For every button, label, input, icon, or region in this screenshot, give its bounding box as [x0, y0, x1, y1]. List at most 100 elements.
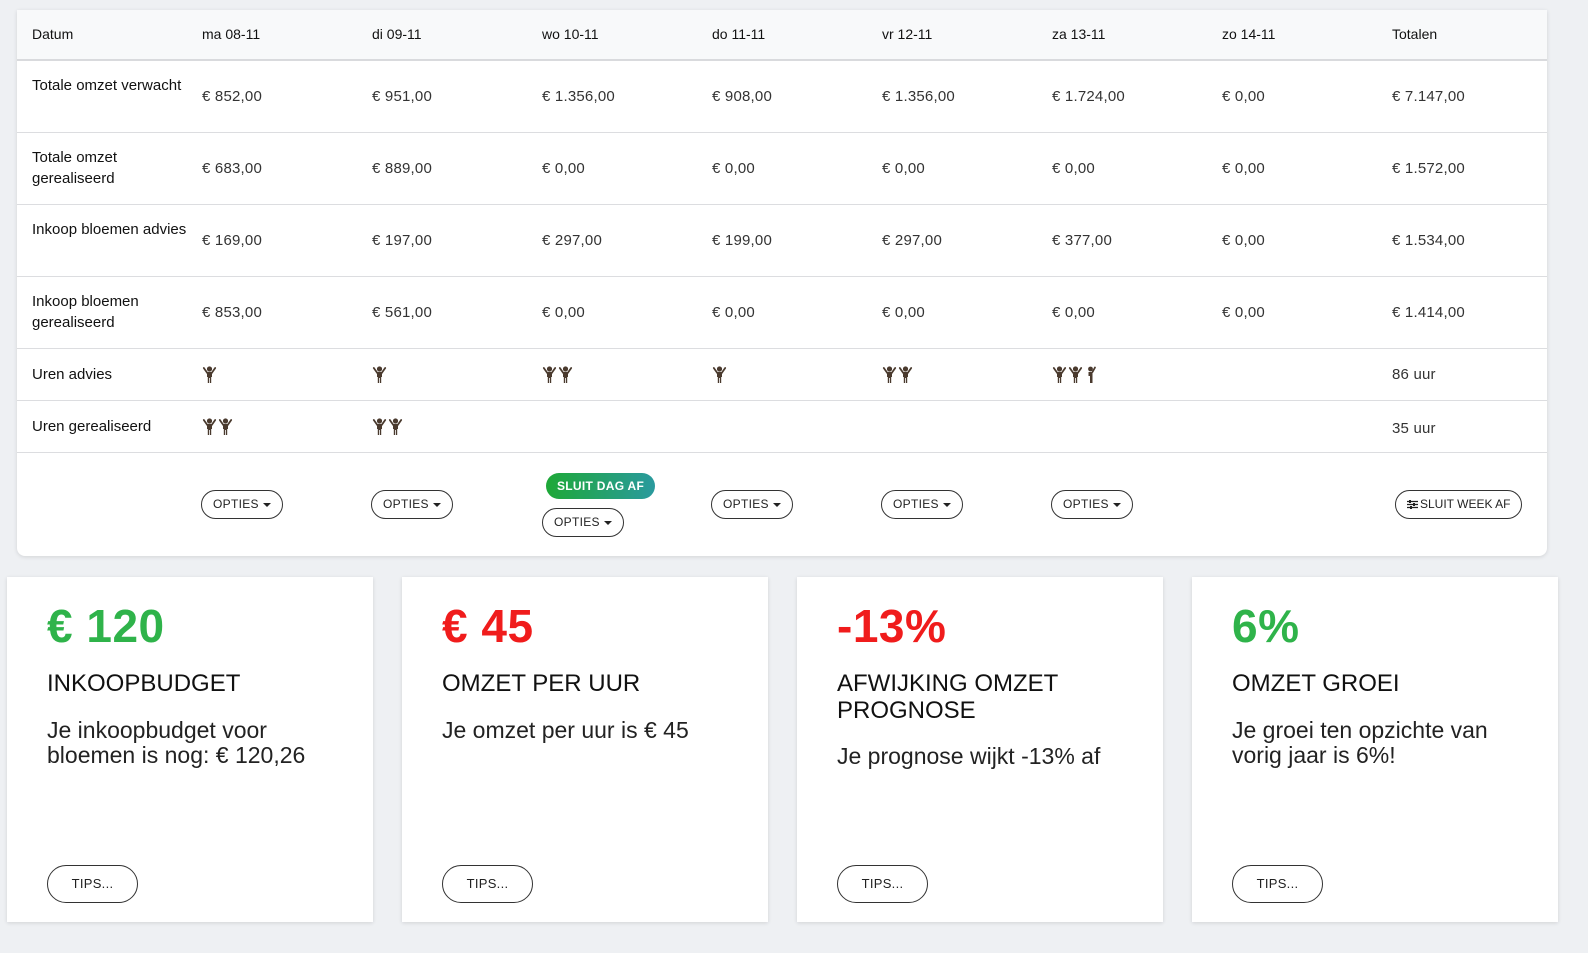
table-cell: € 1.724,00 — [1052, 88, 1125, 105]
opties-label: OPTIES — [1063, 497, 1109, 511]
table-cell: € 951,00 — [372, 88, 432, 105]
kpi-text: Je groei ten opzichte van vorig jaar is … — [1232, 717, 1488, 768]
opties-label: OPTIES — [723, 497, 769, 511]
tips-button[interactable]: TIPS... — [1232, 865, 1323, 903]
table-cell-total: € 1.414,00 — [1392, 304, 1465, 321]
table-cell: € 908,00 — [712, 88, 772, 105]
table-row-uren-advies: Uren advies 86 uur — [17, 349, 1547, 401]
table-row-omzet-verwacht: Totale omzet verwacht € 852,00 € 951,00 … — [17, 61, 1547, 133]
table-cell: € 852,00 — [202, 88, 262, 105]
table-row-inkoop-advies: Inkoop bloemen advies € 169,00 € 197,00 … — [17, 205, 1547, 277]
opties-button-do[interactable]: OPTIES — [711, 490, 793, 519]
opties-button-ma[interactable]: OPTIES — [201, 490, 283, 519]
column-header-day: za 13-11 — [1052, 26, 1106, 42]
caret-down-icon — [772, 502, 781, 507]
hours-total: 86 uur — [1392, 366, 1436, 383]
opties-label: OPTIES — [554, 515, 600, 529]
tips-button[interactable]: TIPS... — [837, 865, 928, 903]
table-cell: € 0,00 — [1222, 160, 1265, 177]
tips-button[interactable]: TIPS... — [442, 865, 533, 903]
table-header-row: Datum ma 08-11 di 09-11 wo 10-11 do 11-1… — [17, 10, 1547, 61]
kpi-card-omzet-groei: 6% OMZET GROEI Je groei ten opzichte van… — [1192, 577, 1558, 922]
hours-people-cell — [882, 366, 913, 384]
opties-button-di[interactable]: OPTIES — [371, 490, 453, 519]
opties-label: OPTIES — [383, 497, 429, 511]
table-row-inkoop-gerealiseerd: Inkoop bloemen gerealiseerd € 853,00 € 5… — [17, 277, 1547, 349]
table-cell: € 1.356,00 — [882, 88, 955, 105]
table-cell: € 0,00 — [542, 160, 585, 177]
row-label: Uren advies — [32, 366, 113, 383]
person-icon — [882, 366, 897, 383]
caret-down-icon — [603, 520, 612, 525]
kpi-card-omzet-per-uur: € 45 OMZET PER UUR Je omzet per uur is €… — [402, 577, 768, 922]
caret-down-icon — [262, 502, 271, 507]
table-cell: € 853,00 — [202, 304, 262, 321]
person-icon — [1088, 366, 1096, 383]
table-cell: € 297,00 — [882, 232, 942, 249]
kpi-value: 6% — [1232, 600, 1300, 652]
table-cell: € 0,00 — [1052, 304, 1095, 321]
table-cell: € 199,00 — [712, 232, 772, 249]
table-cell: € 0,00 — [712, 160, 755, 177]
table-cell: € 1.356,00 — [542, 88, 615, 105]
opties-button-wo[interactable]: OPTIES — [542, 508, 624, 537]
person-icon — [558, 366, 573, 383]
kpi-value: € 120 — [47, 600, 165, 652]
table-cell: € 0,00 — [882, 160, 925, 177]
column-header-day: do 11-11 — [712, 26, 766, 42]
weekly-overview-table: Datum ma 08-11 di 09-11 wo 10-11 do 11-1… — [17, 10, 1547, 556]
kpi-title: OMZET GROEI — [1232, 670, 1400, 697]
column-header-day: ma 08-11 — [202, 26, 261, 42]
table-cell: € 377,00 — [1052, 232, 1112, 249]
row-label: Totale omzet gerealiseerd — [32, 149, 118, 187]
tips-button[interactable]: TIPS... — [47, 865, 138, 903]
table-cell: € 0,00 — [1222, 232, 1265, 249]
kpi-title: AFWIJKING OMZET PROGNOSE — [837, 670, 1058, 724]
kpi-text: Je prognose wijkt -13% af — [837, 743, 1101, 769]
sluit-week-af-button[interactable]: SLUIT WEEK AF — [1395, 490, 1523, 519]
sluit-dag-af-button[interactable]: SLUIT DAG AF — [546, 473, 656, 499]
column-header-day: vr 12-11 — [882, 26, 933, 42]
hours-people-cell — [542, 366, 573, 384]
kpi-text: Je inkoopbudget voor bloemen is nog: € 1… — [47, 717, 306, 768]
hours-people-cell — [712, 366, 727, 384]
row-label: Uren gerealiseerd — [32, 418, 152, 435]
table-cell: € 297,00 — [542, 232, 602, 249]
table-cell-total: € 1.534,00 — [1392, 232, 1465, 249]
kpi-title: OMZET PER UUR — [442, 670, 641, 697]
table-cell: € 0,00 — [712, 304, 755, 321]
table-cell: € 197,00 — [372, 232, 432, 249]
row-label: Inkoop bloemen gerealiseerd — [32, 293, 139, 331]
table-cell: € 683,00 — [202, 160, 262, 177]
hours-people-cell — [372, 366, 387, 384]
kpi-card-afwijking-omzet: -13% AFWIJKING OMZET PROGNOSE Je prognos… — [797, 577, 1163, 922]
hours-people-cell — [372, 418, 403, 436]
person-icon — [388, 418, 403, 435]
table-row-uren-gerealiseerd: Uren gerealiseerd 35 uur — [17, 401, 1547, 453]
kpi-text: Je omzet per uur is € 45 — [442, 717, 689, 743]
row-label: Totale omzet verwacht — [32, 77, 182, 94]
opties-button-vr[interactable]: OPTIES — [881, 490, 963, 519]
hours-total: 35 uur — [1392, 420, 1436, 437]
table-cell: € 0,00 — [542, 304, 585, 321]
kpi-title: INKOOPBUDGET — [47, 670, 241, 697]
sluit-week-label: SLUIT WEEK AF — [1420, 497, 1511, 511]
column-header-day: wo 10-11 — [542, 26, 599, 42]
person-icon — [712, 366, 727, 383]
column-header-totalen: Totalen — [1392, 26, 1438, 42]
person-icon — [202, 418, 217, 435]
hours-people-cell — [1052, 366, 1099, 384]
caret-down-icon — [1112, 502, 1121, 507]
kpi-value: € 45 — [442, 600, 534, 652]
table-cell: € 0,00 — [1222, 304, 1265, 321]
kpi-card-inkoopbudget: € 120 INKOOPBUDGET Je inkoopbudget voor … — [7, 577, 373, 922]
opties-button-za[interactable]: OPTIES — [1051, 490, 1133, 519]
table-row-omzet-gerealiseerd: Totale omzet gerealiseerd € 683,00 € 889… — [17, 133, 1547, 205]
table-cell: € 0,00 — [1052, 160, 1095, 177]
person-icon — [542, 366, 557, 383]
opties-label: OPTIES — [893, 497, 939, 511]
person-icon — [202, 366, 217, 383]
table-cell: € 889,00 — [372, 160, 432, 177]
person-icon — [898, 366, 913, 383]
opties-label: OPTIES — [213, 497, 259, 511]
